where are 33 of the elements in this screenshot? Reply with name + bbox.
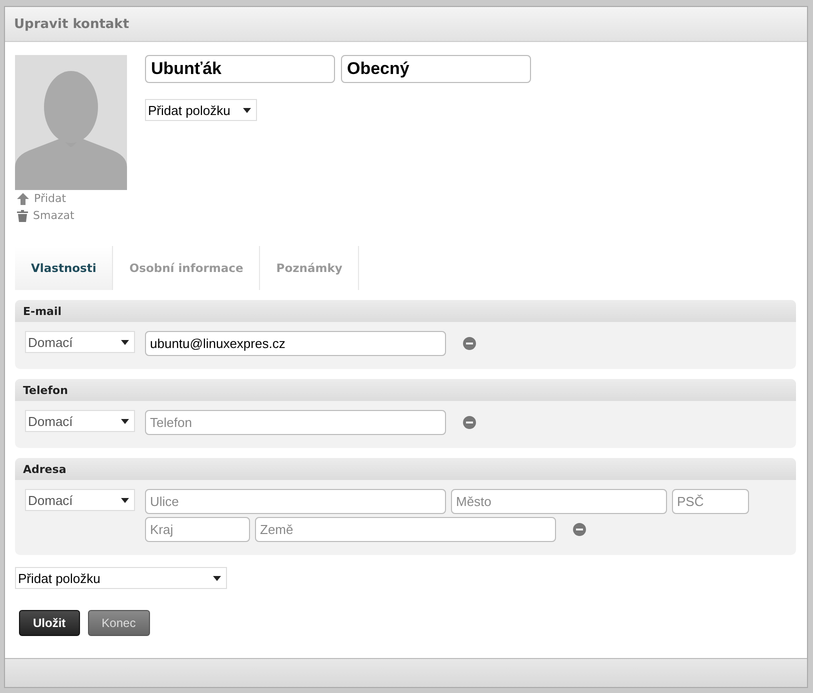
- input-field[interactable]: PSČ: [672, 489, 749, 514]
- name-field[interactable]: Obecný: [341, 55, 531, 83]
- trash-icon: [17, 210, 28, 222]
- caret-icon: [121, 498, 129, 502]
- type-select[interactable]: Domací: [25, 489, 135, 511]
- add-photo-link[interactable]: Přidat: [17, 190, 127, 207]
- input-field[interactable]: Kraj: [145, 517, 250, 542]
- input-field[interactable]: Ulice: [145, 489, 446, 514]
- caret-icon: [121, 340, 129, 344]
- remove-icon[interactable]: [463, 337, 476, 350]
- save-button[interactable]: Uložit: [19, 610, 80, 636]
- type-select[interactable]: Domací: [25, 410, 135, 432]
- caret-icon: [213, 576, 221, 580]
- delete-photo-link[interactable]: Smazat: [17, 207, 127, 224]
- caret-icon: [243, 108, 251, 112]
- input-field[interactable]: Město: [451, 489, 667, 514]
- up-arrow-icon: [17, 192, 29, 204]
- section-title: Adresa: [23, 462, 66, 476]
- add-item-select[interactable]: Přidat položku: [15, 567, 227, 589]
- remove-icon[interactable]: [573, 523, 586, 536]
- tab[interactable]: Vlastnosti: [15, 246, 114, 290]
- section-title: Telefon: [23, 384, 68, 396]
- caret-icon: [121, 418, 129, 424]
- section-title: E-mail: [23, 304, 62, 318]
- add-item-select[interactable]: Přidat položku: [145, 99, 257, 121]
- input-field[interactable]: Země: [255, 517, 556, 542]
- input-field[interactable]: ubuntu@linuxexpres.cz: [145, 331, 446, 356]
- input-field[interactable]: Telefon: [145, 410, 446, 435]
- remove-icon[interactable]: [463, 416, 476, 429]
- window-title: Upravit kontakt: [14, 16, 130, 32]
- type-select[interactable]: Domací: [25, 331, 135, 353]
- name-field[interactable]: Ubunťák: [145, 55, 335, 83]
- avatar-silhouette-icon: [15, 55, 127, 190]
